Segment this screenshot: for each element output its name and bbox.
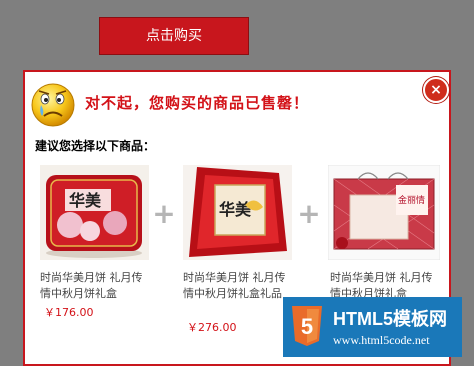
sold-out-message: 对不起，您购买的商品已售罄！ xyxy=(85,94,310,112)
sad-face-icon xyxy=(31,83,75,127)
close-button[interactable]: × xyxy=(423,77,449,103)
mooncake-bag-image: 金丽情 xyxy=(328,165,440,260)
buy-button[interactable]: 点击购买 xyxy=(99,17,249,55)
svg-text:5: 5 xyxy=(301,314,313,339)
svg-text:华美: 华美 xyxy=(219,200,252,219)
plus-icon: + xyxy=(152,197,176,230)
product-image-2[interactable]: 华美 xyxy=(183,165,292,260)
watermark-title: HTML5模板网 xyxy=(333,309,447,329)
suggestion-heading: 建议您选择以下商品： xyxy=(35,139,156,153)
product-name-2[interactable]: 时尚华美月饼 礼月传情中秋月饼礼盒礼品 xyxy=(183,270,293,302)
html5-shield-icon: 5 xyxy=(292,306,322,346)
site-watermark: 5 HTML5模板网 www.html5code.net xyxy=(283,297,462,357)
mooncake-gift-box-image: 华美 xyxy=(183,165,292,260)
svg-text:华美: 华美 xyxy=(69,191,102,210)
plus-icon: + xyxy=(297,197,321,230)
product-price-1: ￥176.00 xyxy=(44,306,94,319)
product-image-1[interactable]: 华美 xyxy=(40,165,149,260)
product-image-3[interactable]: 金丽情 xyxy=(328,165,440,260)
svg-text:金丽情: 金丽情 xyxy=(398,194,425,206)
mooncake-tin-image: 华美 xyxy=(40,165,149,260)
product-price-2: ￥276.00 xyxy=(187,321,237,334)
watermark-url: www.html5code.net xyxy=(333,333,430,347)
product-name-1[interactable]: 时尚华美月饼 礼月传情中秋月饼礼盒 xyxy=(40,270,150,302)
